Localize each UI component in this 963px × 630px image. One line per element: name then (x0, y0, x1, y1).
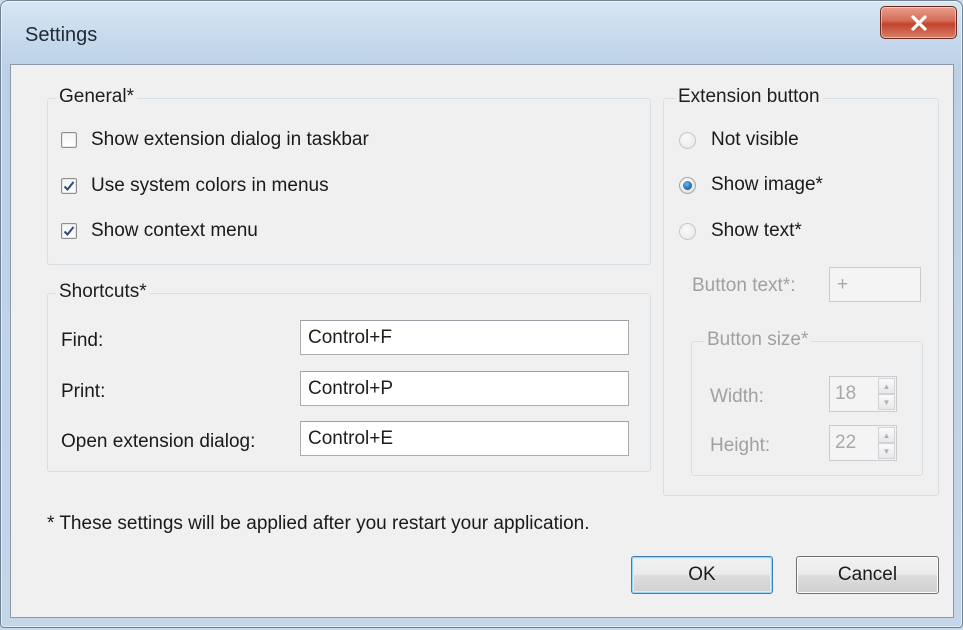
shortcuts-legend: Shortcuts* (56, 281, 150, 303)
button-size-group: Button size* Width: 18 ▲ ▼ Height: 22 ▲ … (691, 329, 923, 476)
height-spinner-arrows[interactable]: ▲ ▼ (878, 427, 895, 459)
height-value: 22 (835, 432, 857, 453)
extension-button-legend: Extension button (675, 86, 823, 108)
open-extension-label: Open extension dialog: (61, 431, 256, 452)
print-shortcut-input[interactable]: Control+P (300, 371, 629, 406)
radio-label: Show text* (711, 220, 802, 241)
dialog-body: General* Show extension dialog in taskba… (10, 64, 954, 618)
width-spinner[interactable]: 18 ▲ ▼ (829, 376, 897, 412)
button-size-legend: Button size* (704, 329, 812, 351)
radio-label: Show image* (711, 174, 823, 195)
find-shortcut-input[interactable]: Control+F (300, 320, 629, 355)
settings-window: Settings General* Show extension dialog … (0, 0, 963, 628)
width-value: 18 (835, 383, 857, 404)
radio-circle[interactable] (679, 176, 696, 194)
radio-selected-dot (683, 180, 692, 190)
radio-circle[interactable] (679, 131, 696, 149)
radio-circle[interactable] (679, 222, 696, 240)
width-label: Width: (710, 386, 764, 407)
checkbox-box[interactable] (61, 178, 77, 194)
checkbox-context-menu[interactable]: Show context menu (61, 220, 258, 242)
width-spinner-arrows[interactable]: ▲ ▼ (878, 378, 895, 410)
radio-show-text[interactable]: Show text* (679, 220, 802, 242)
close-x-icon (910, 14, 927, 31)
find-label: Find: (61, 330, 104, 351)
radio-not-visible[interactable]: Not visible (679, 129, 799, 151)
radio-show-image[interactable]: Show image* (679, 174, 823, 196)
cancel-button[interactable]: Cancel (796, 556, 939, 594)
checkbox-box[interactable] (61, 223, 77, 239)
checkmark-icon (63, 226, 75, 236)
checkbox-label: Show context menu (91, 220, 258, 241)
general-group: General* Show extension dialog in taskba… (47, 86, 651, 265)
close-button[interactable] (880, 6, 957, 39)
extension-button-group: Extension button Not visible Show image*… (663, 86, 939, 496)
spin-down-icon[interactable]: ▼ (878, 443, 895, 459)
height-label: Height: (710, 435, 771, 456)
spin-up-icon[interactable]: ▲ (878, 378, 895, 394)
checkbox-label: Show extension dialog in taskbar (91, 129, 369, 150)
print-label: Print: (61, 381, 106, 402)
height-spinner[interactable]: 22 ▲ ▼ (829, 425, 897, 461)
general-legend: General* (56, 86, 137, 108)
spin-up-icon[interactable]: ▲ (878, 427, 895, 443)
checkmark-icon (63, 181, 75, 191)
spin-down-icon[interactable]: ▼ (878, 394, 895, 410)
radio-label: Not visible (711, 129, 799, 150)
checkbox-box[interactable] (61, 132, 77, 148)
shortcuts-group: Shortcuts* Find: Control+F Print: Contro… (47, 281, 651, 472)
button-text-input[interactable]: + (829, 267, 921, 302)
button-text-label: Button text*: (692, 275, 796, 296)
checkbox-system-colors[interactable]: Use system colors in menus (61, 175, 329, 197)
checkbox-label: Use system colors in menus (91, 175, 329, 196)
window-title: Settings (25, 24, 98, 46)
ok-button[interactable]: OK (631, 556, 773, 594)
open-extension-shortcut-input[interactable]: Control+E (300, 421, 629, 456)
restart-footnote: * These settings will be applied after y… (47, 513, 590, 534)
checkbox-show-in-taskbar[interactable]: Show extension dialog in taskbar (61, 129, 369, 151)
